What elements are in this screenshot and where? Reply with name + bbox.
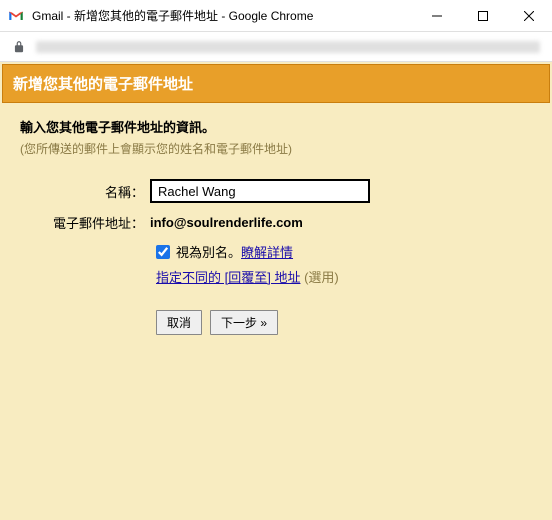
name-row: 名稱： xyxy=(20,179,532,203)
reply-to-row: 指定不同的 [回覆至] 地址 (選用) xyxy=(156,267,532,286)
address-bar xyxy=(0,32,552,62)
alias-label: 視為別名。 xyxy=(176,242,241,261)
name-label: 名稱： xyxy=(20,182,150,201)
page-header: 新增您其他的電子郵件地址 xyxy=(2,64,550,103)
form-container: 輸入您其他電子郵件地址的資訊。 (您所傳送的郵件上會顯示您的姓名和電子郵件地址)… xyxy=(2,103,550,349)
email-row: 電子郵件地址： info@soulrenderlife.com xyxy=(20,213,532,232)
email-value: info@soulrenderlife.com xyxy=(150,215,303,230)
minimize-button[interactable] xyxy=(414,0,460,31)
email-label: 電子郵件地址： xyxy=(20,213,150,232)
reply-to-optional: (選用) xyxy=(300,270,338,285)
maximize-button[interactable] xyxy=(460,0,506,31)
close-button[interactable] xyxy=(506,0,552,31)
alias-learn-more-link[interactable]: 瞭解詳情 xyxy=(241,242,293,261)
intro-title: 輸入您其他電子郵件地址的資訊。 xyxy=(20,117,532,136)
url-blurred xyxy=(36,41,540,53)
name-input[interactable] xyxy=(150,179,370,203)
window-controls xyxy=(414,0,552,31)
gmail-icon xyxy=(8,8,24,24)
button-row: 取消 下一步 » xyxy=(156,310,532,335)
reply-to-link[interactable]: 指定不同的 [回覆至] 地址 xyxy=(156,270,300,285)
lock-icon xyxy=(12,40,26,54)
intro-subtitle: (您所傳送的郵件上會顯示您的姓名和電子郵件地址) xyxy=(20,140,532,157)
window-title: Gmail - 新增您其他的電子郵件地址 - Google Chrome xyxy=(32,7,414,24)
page-title: 新增您其他的電子郵件地址 xyxy=(13,76,193,93)
next-button[interactable]: 下一步 » xyxy=(210,310,278,335)
alias-row: 視為別名。 瞭解詳情 xyxy=(156,242,532,261)
alias-checkbox[interactable] xyxy=(156,245,170,259)
options-block: 視為別名。 瞭解詳情 指定不同的 [回覆至] 地址 (選用) xyxy=(156,242,532,286)
cancel-button[interactable]: 取消 xyxy=(156,310,202,335)
content-area: 新增您其他的電子郵件地址 輸入您其他電子郵件地址的資訊。 (您所傳送的郵件上會顯… xyxy=(0,62,552,520)
window-titlebar: Gmail - 新增您其他的電子郵件地址 - Google Chrome xyxy=(0,0,552,32)
